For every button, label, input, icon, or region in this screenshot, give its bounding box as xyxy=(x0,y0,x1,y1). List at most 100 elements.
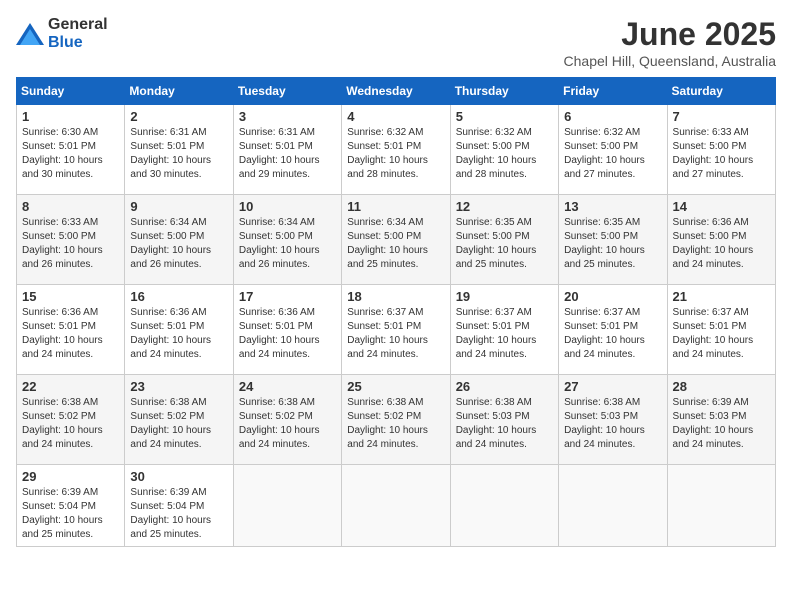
day-info: Sunrise: 6:38 AM Sunset: 5:03 PM Dayligh… xyxy=(564,396,661,452)
calendar-cell: 18 Sunrise: 6:37 AM Sunset: 5:01 PM Dayl… xyxy=(342,285,450,375)
day-number: 14 xyxy=(673,199,770,214)
header-saturday: Saturday xyxy=(667,78,775,105)
day-info: Sunrise: 6:32 AM Sunset: 5:01 PM Dayligh… xyxy=(347,126,444,182)
day-info: Sunrise: 6:33 AM Sunset: 5:00 PM Dayligh… xyxy=(673,126,770,182)
day-number: 21 xyxy=(673,289,770,304)
calendar-cell xyxy=(667,465,775,547)
calendar-cell: 15 Sunrise: 6:36 AM Sunset: 5:01 PM Dayl… xyxy=(17,285,125,375)
day-number: 22 xyxy=(22,379,119,394)
calendar-cell: 11 Sunrise: 6:34 AM Sunset: 5:00 PM Dayl… xyxy=(342,195,450,285)
day-number: 26 xyxy=(456,379,553,394)
day-info: Sunrise: 6:36 AM Sunset: 5:00 PM Dayligh… xyxy=(673,216,770,272)
day-info: Sunrise: 6:31 AM Sunset: 5:01 PM Dayligh… xyxy=(239,126,336,182)
calendar-cell: 14 Sunrise: 6:36 AM Sunset: 5:00 PM Dayl… xyxy=(667,195,775,285)
day-number: 1 xyxy=(22,109,119,124)
day-info: Sunrise: 6:37 AM Sunset: 5:01 PM Dayligh… xyxy=(347,306,444,362)
page-header: General Blue June 2025 Chapel Hill, Quee… xyxy=(16,16,776,69)
day-info: Sunrise: 6:38 AM Sunset: 5:02 PM Dayligh… xyxy=(22,396,119,452)
day-number: 6 xyxy=(564,109,661,124)
calendar-cell: 1 Sunrise: 6:30 AM Sunset: 5:01 PM Dayli… xyxy=(17,105,125,195)
calendar-cell: 24 Sunrise: 6:38 AM Sunset: 5:02 PM Dayl… xyxy=(233,375,341,465)
day-number: 4 xyxy=(347,109,444,124)
day-number: 13 xyxy=(564,199,661,214)
calendar-cell: 10 Sunrise: 6:34 AM Sunset: 5:00 PM Dayl… xyxy=(233,195,341,285)
day-number: 17 xyxy=(239,289,336,304)
calendar-cell: 19 Sunrise: 6:37 AM Sunset: 5:01 PM Dayl… xyxy=(450,285,558,375)
day-info: Sunrise: 6:38 AM Sunset: 5:02 PM Dayligh… xyxy=(347,396,444,452)
calendar-cell: 26 Sunrise: 6:38 AM Sunset: 5:03 PM Dayl… xyxy=(450,375,558,465)
calendar-cell: 27 Sunrise: 6:38 AM Sunset: 5:03 PM Dayl… xyxy=(559,375,667,465)
day-info: Sunrise: 6:32 AM Sunset: 5:00 PM Dayligh… xyxy=(456,126,553,182)
day-number: 3 xyxy=(239,109,336,124)
day-info: Sunrise: 6:30 AM Sunset: 5:01 PM Dayligh… xyxy=(22,126,119,182)
logo-general: General xyxy=(48,16,108,33)
location-title: Chapel Hill, Queensland, Australia xyxy=(564,53,776,69)
day-info: Sunrise: 6:34 AM Sunset: 5:00 PM Dayligh… xyxy=(130,216,227,272)
day-info: Sunrise: 6:34 AM Sunset: 5:00 PM Dayligh… xyxy=(239,216,336,272)
calendar-cell xyxy=(342,465,450,547)
day-number: 27 xyxy=(564,379,661,394)
day-info: Sunrise: 6:38 AM Sunset: 5:02 PM Dayligh… xyxy=(130,396,227,452)
header-tuesday: Tuesday xyxy=(233,78,341,105)
calendar-cell: 3 Sunrise: 6:31 AM Sunset: 5:01 PM Dayli… xyxy=(233,105,341,195)
month-title: June 2025 xyxy=(564,16,776,53)
day-info: Sunrise: 6:37 AM Sunset: 5:01 PM Dayligh… xyxy=(673,306,770,362)
calendar-cell: 20 Sunrise: 6:37 AM Sunset: 5:01 PM Dayl… xyxy=(559,285,667,375)
calendar-cell xyxy=(233,465,341,547)
day-info: Sunrise: 6:32 AM Sunset: 5:00 PM Dayligh… xyxy=(564,126,661,182)
calendar-cell: 29 Sunrise: 6:39 AM Sunset: 5:04 PM Dayl… xyxy=(17,465,125,547)
calendar-cell: 9 Sunrise: 6:34 AM Sunset: 5:00 PM Dayli… xyxy=(125,195,233,285)
day-info: Sunrise: 6:34 AM Sunset: 5:00 PM Dayligh… xyxy=(347,216,444,272)
day-number: 23 xyxy=(130,379,227,394)
day-info: Sunrise: 6:39 AM Sunset: 5:04 PM Dayligh… xyxy=(130,486,227,542)
header-monday: Monday xyxy=(125,78,233,105)
day-number: 7 xyxy=(673,109,770,124)
day-number: 18 xyxy=(347,289,444,304)
calendar-cell: 13 Sunrise: 6:35 AM Sunset: 5:00 PM Dayl… xyxy=(559,195,667,285)
calendar-cell: 16 Sunrise: 6:36 AM Sunset: 5:01 PM Dayl… xyxy=(125,285,233,375)
day-info: Sunrise: 6:36 AM Sunset: 5:01 PM Dayligh… xyxy=(130,306,227,362)
logo-icon xyxy=(16,23,44,45)
day-number: 5 xyxy=(456,109,553,124)
day-info: Sunrise: 6:39 AM Sunset: 5:04 PM Dayligh… xyxy=(22,486,119,542)
day-number: 2 xyxy=(130,109,227,124)
day-number: 10 xyxy=(239,199,336,214)
day-number: 28 xyxy=(673,379,770,394)
calendar-cell: 6 Sunrise: 6:32 AM Sunset: 5:00 PM Dayli… xyxy=(559,105,667,195)
day-info: Sunrise: 6:35 AM Sunset: 5:00 PM Dayligh… xyxy=(564,216,661,272)
day-info: Sunrise: 6:38 AM Sunset: 5:03 PM Dayligh… xyxy=(456,396,553,452)
day-number: 12 xyxy=(456,199,553,214)
calendar-cell: 5 Sunrise: 6:32 AM Sunset: 5:00 PM Dayli… xyxy=(450,105,558,195)
calendar-cell: 25 Sunrise: 6:38 AM Sunset: 5:02 PM Dayl… xyxy=(342,375,450,465)
day-info: Sunrise: 6:31 AM Sunset: 5:01 PM Dayligh… xyxy=(130,126,227,182)
calendar-cell: 4 Sunrise: 6:32 AM Sunset: 5:01 PM Dayli… xyxy=(342,105,450,195)
calendar-cell: 21 Sunrise: 6:37 AM Sunset: 5:01 PM Dayl… xyxy=(667,285,775,375)
calendar-cell: 22 Sunrise: 6:38 AM Sunset: 5:02 PM Dayl… xyxy=(17,375,125,465)
calendar-cell: 23 Sunrise: 6:38 AM Sunset: 5:02 PM Dayl… xyxy=(125,375,233,465)
calendar-cell: 12 Sunrise: 6:35 AM Sunset: 5:00 PM Dayl… xyxy=(450,195,558,285)
day-number: 11 xyxy=(347,199,444,214)
calendar-cell: 7 Sunrise: 6:33 AM Sunset: 5:00 PM Dayli… xyxy=(667,105,775,195)
weekday-header-row: Sunday Monday Tuesday Wednesday Thursday… xyxy=(17,78,776,105)
logo-blue: Blue xyxy=(48,34,83,51)
day-number: 8 xyxy=(22,199,119,214)
day-info: Sunrise: 6:38 AM Sunset: 5:02 PM Dayligh… xyxy=(239,396,336,452)
day-info: Sunrise: 6:37 AM Sunset: 5:01 PM Dayligh… xyxy=(564,306,661,362)
calendar-cell: 28 Sunrise: 6:39 AM Sunset: 5:03 PM Dayl… xyxy=(667,375,775,465)
day-number: 15 xyxy=(22,289,119,304)
day-number: 16 xyxy=(130,289,227,304)
day-number: 19 xyxy=(456,289,553,304)
day-info: Sunrise: 6:35 AM Sunset: 5:00 PM Dayligh… xyxy=(456,216,553,272)
day-number: 25 xyxy=(347,379,444,394)
day-info: Sunrise: 6:36 AM Sunset: 5:01 PM Dayligh… xyxy=(239,306,336,362)
calendar-cell: 8 Sunrise: 6:33 AM Sunset: 5:00 PM Dayli… xyxy=(17,195,125,285)
logo: General Blue xyxy=(16,16,108,52)
calendar-table: Sunday Monday Tuesday Wednesday Thursday… xyxy=(16,77,776,547)
day-number: 29 xyxy=(22,469,119,484)
calendar-cell xyxy=(450,465,558,547)
calendar-cell: 30 Sunrise: 6:39 AM Sunset: 5:04 PM Dayl… xyxy=(125,465,233,547)
title-area: June 2025 Chapel Hill, Queensland, Austr… xyxy=(564,16,776,69)
header-thursday: Thursday xyxy=(450,78,558,105)
calendar-cell: 2 Sunrise: 6:31 AM Sunset: 5:01 PM Dayli… xyxy=(125,105,233,195)
day-number: 20 xyxy=(564,289,661,304)
